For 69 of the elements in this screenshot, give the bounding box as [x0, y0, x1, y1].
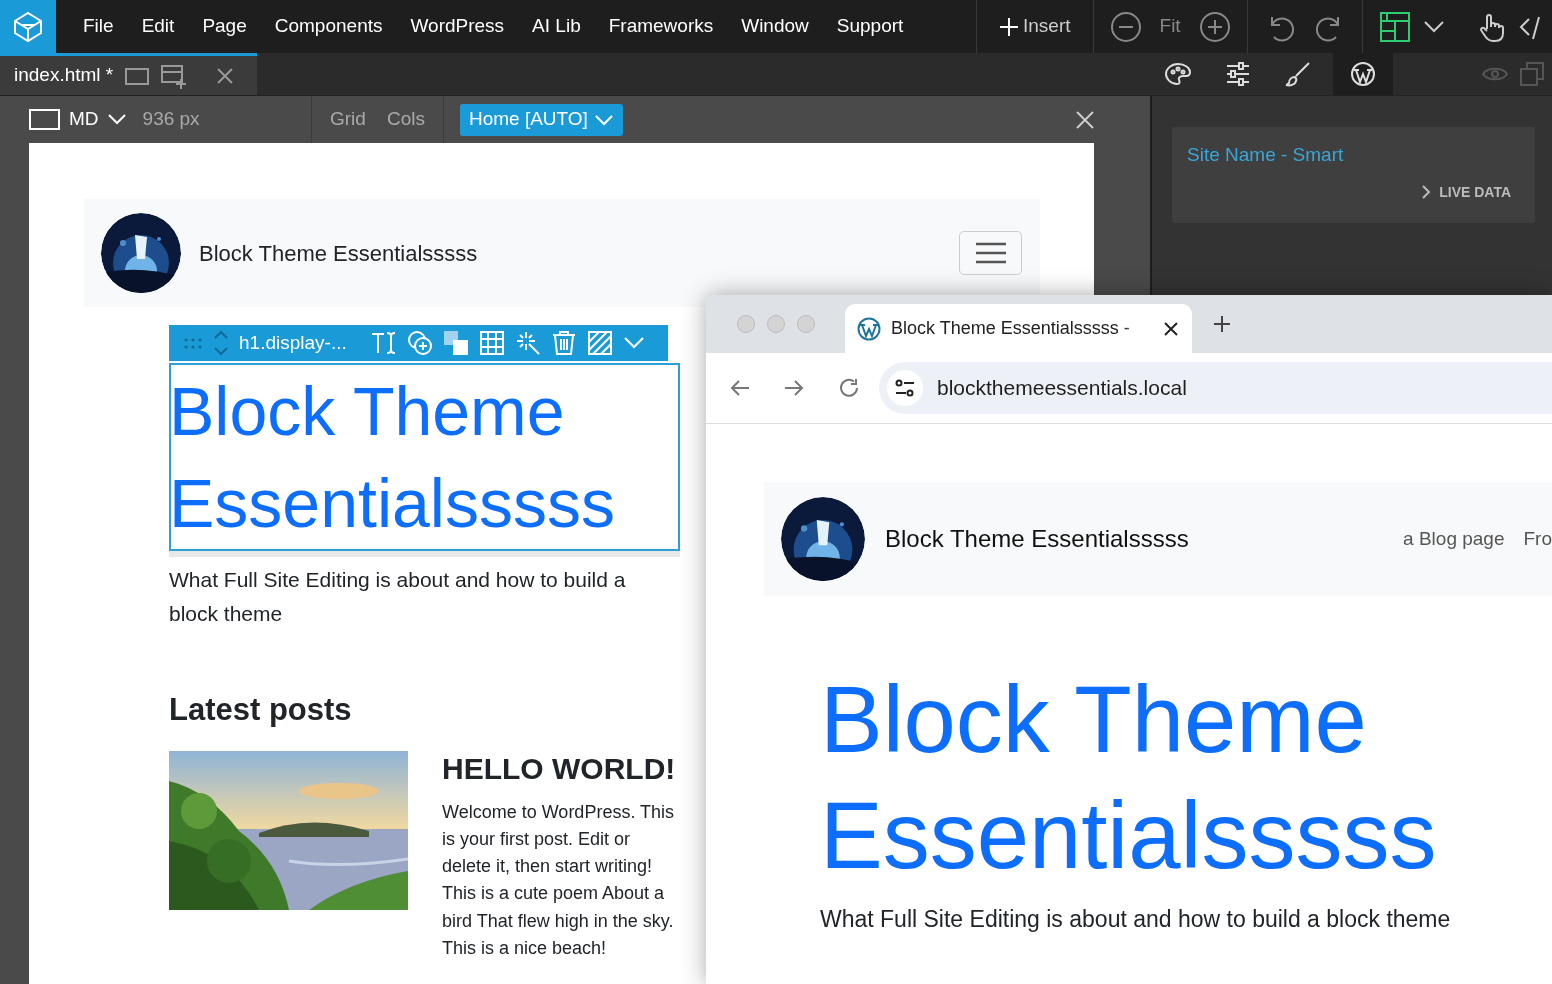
close-icon[interactable]	[1164, 321, 1178, 336]
url-text: blockthemeessentials.local	[937, 375, 1187, 402]
site-settings-icon[interactable]	[895, 379, 915, 397]
site-title[interactable]: Block Theme Essentialsssss	[199, 236, 478, 270]
menu-item[interactable]: AI Lib	[532, 12, 581, 41]
menu-item[interactable]: Window	[741, 12, 809, 41]
page-heading: Block Theme Essentialsssss	[820, 666, 1438, 890]
trash-icon[interactable]	[550, 330, 577, 356]
nav-link[interactable]: Fro	[1523, 524, 1552, 554]
fit-button[interactable]: Fit	[1159, 12, 1181, 41]
menu-item[interactable]: WordPress	[410, 12, 505, 41]
menu-item[interactable]: File	[83, 12, 114, 41]
drag-handle-icon[interactable]	[183, 337, 203, 349]
brush-icon[interactable]	[1285, 61, 1311, 87]
document-tab[interactable]: index.html *	[0, 53, 257, 95]
logo-icon	[11, 9, 45, 44]
device-icon[interactable]	[29, 107, 61, 132]
menu-toggle-button[interactable]	[959, 231, 1022, 275]
menu-item[interactable]: Frameworks	[608, 12, 714, 41]
live-data-link[interactable]: LIVE DATA	[1439, 181, 1511, 203]
magic-wand-icon[interactable]	[514, 330, 541, 356]
layers-icon[interactable]	[442, 330, 469, 356]
page-heading[interactable]: Block Theme Essentialsssss	[169, 365, 678, 549]
width-readout: 936 px	[142, 107, 200, 132]
tab-title: index.html *	[14, 63, 114, 88]
add-circle-icon[interactable]	[406, 330, 433, 356]
address-bar[interactable]: blockthemeessentials.local	[879, 362, 1552, 414]
forward-icon[interactable]	[784, 379, 804, 397]
caret-icon[interactable]	[106, 112, 127, 127]
hatch-icon[interactable]	[586, 330, 613, 356]
browser-tab[interactable]: Block Theme Essentialsssss -	[845, 304, 1192, 353]
sliders-icon[interactable]	[1225, 61, 1251, 87]
grid-icon[interactable]	[478, 330, 505, 356]
caret-icon	[593, 112, 614, 127]
card-title[interactable]: Site Name - Smart	[1187, 141, 1511, 170]
palette-icon[interactable]	[1165, 62, 1191, 86]
section-title: Latest posts	[169, 691, 352, 729]
chevron-right-icon[interactable]	[1421, 184, 1432, 200]
new-tab-icon[interactable]	[1213, 315, 1231, 333]
split-view-icon[interactable]	[161, 62, 188, 89]
menu-icon	[975, 242, 1006, 264]
wordpress-icon	[1350, 61, 1376, 87]
grid-toggle[interactable]: Grid	[330, 105, 366, 134]
zoom-out-icon[interactable]	[1109, 10, 1142, 43]
plus-icon	[999, 16, 1019, 37]
nav-link[interactable]: a Blog page	[1403, 524, 1505, 554]
text-cursor-icon[interactable]	[370, 331, 397, 355]
insert-button[interactable]: Insert	[1023, 12, 1071, 41]
tab-title: Block Theme Essentialsssss -	[891, 317, 1131, 340]
single-view-icon[interactable]	[125, 65, 150, 86]
menu-item[interactable]: Components	[274, 12, 383, 41]
menu-item[interactable]: Support	[836, 12, 904, 41]
menu-item[interactable]: Edit	[141, 12, 175, 41]
cols-toggle[interactable]: Cols	[386, 105, 425, 134]
back-icon[interactable]	[730, 379, 750, 397]
wordpress-panel-button[interactable]	[1333, 53, 1393, 95]
site-title[interactable]: Block Theme Essentialsssss	[885, 521, 1189, 557]
caret-icon[interactable]	[1422, 19, 1445, 34]
device-selector[interactable]: MD	[69, 105, 99, 134]
layout-icon[interactable]	[1378, 10, 1411, 43]
menu-item[interactable]: Page	[202, 12, 247, 41]
wordpress-icon	[857, 316, 881, 341]
tagline: What Full Site Editing is about and how to build a block theme	[169, 567, 627, 627]
app-logo[interactable]	[0, 0, 56, 53]
post-title[interactable]: HELLO WORLD!	[442, 750, 680, 787]
tagline: What Full Site Editing is about and how to build a block theme	[820, 905, 1452, 934]
reload-icon[interactable]	[838, 377, 860, 399]
zoom-in-icon[interactable]	[1198, 10, 1231, 43]
post-excerpt: Welcome to WordPress. This is your first post. Edit or delete it, then start writing! This is a cute poem About a bird That flew high in the sky. This is a nice beach!	[442, 800, 676, 960]
